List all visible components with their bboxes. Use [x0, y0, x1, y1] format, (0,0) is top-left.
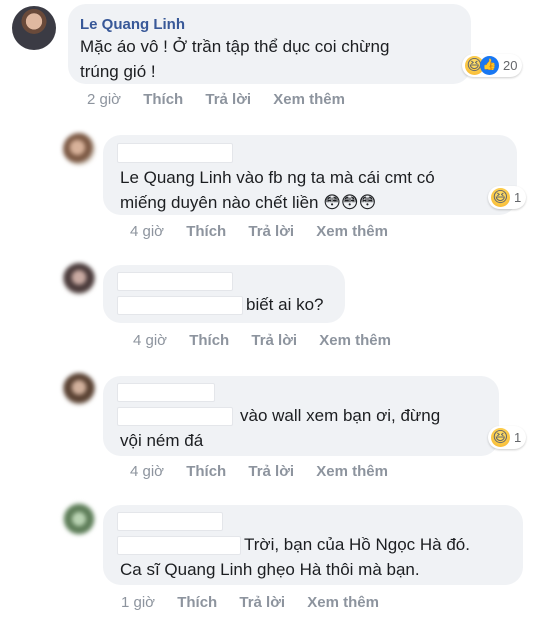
reply-bubble-4: Trời, bạn của Hồ Ngọc Hà đó. Ca sĩ Quang…	[103, 505, 523, 585]
reaction-summary-reply-1[interactable]: 😆 1	[488, 186, 527, 209]
like-reaction-icon: 👍	[480, 56, 499, 75]
reply-time[interactable]: 4 giờ	[133, 332, 167, 349]
see-more-link[interactable]: Xem thêm	[273, 91, 345, 108]
like-link[interactable]: Thích	[143, 91, 183, 108]
avatar-reply-2[interactable]	[63, 263, 95, 295]
avatar-reply-4[interactable]	[63, 503, 95, 535]
reaction-summary-reply-3[interactable]: 😆 1	[488, 426, 527, 449]
reply-time[interactable]: 4 giờ	[130, 463, 164, 480]
like-link[interactable]: Thích	[186, 463, 226, 480]
reply-bubble-3: vào wall xem bạn ơi, đừng vội ném đá	[103, 376, 499, 456]
comment-bubble-main: Le Quang Linh Mặc áo vô ! Ở trần tập thể…	[68, 4, 471, 84]
like-link[interactable]: Thích	[189, 332, 229, 349]
avatar-reply-3[interactable]	[63, 373, 95, 405]
avatar-reply-1[interactable]	[63, 133, 95, 165]
blurred-tag	[117, 536, 241, 555]
comment-actions-main: 2 giờ Thích Trả lời Xem thêm	[87, 91, 345, 108]
blurred-tag	[117, 296, 243, 315]
reply-actions-4: 1 giờ Thích Trả lời Xem thêm	[121, 594, 379, 611]
haha-reaction-icon: 😆	[491, 428, 510, 447]
haha-reaction-icon: 😆	[491, 188, 510, 207]
reply-text-line-1: Trời, bạn của Hồ Ngọc Hà đó.	[244, 535, 470, 554]
comment-time[interactable]: 2 giờ	[87, 91, 121, 108]
reaction-count: 1	[514, 430, 522, 445]
avatar-le-quang-linh[interactable]	[12, 6, 56, 50]
reaction-count: 20	[503, 58, 518, 73]
blurred-author-name	[117, 143, 233, 163]
reply-bubble-1: Le Quang Linh vào fb ng ta mà cái cmt có…	[103, 135, 517, 215]
comment-text: Mặc áo vô ! Ở trần tập thể dục coi chừng…	[80, 37, 390, 81]
blurred-tag	[117, 407, 233, 426]
reply-link[interactable]: Trả lời	[239, 594, 285, 611]
reply-time[interactable]: 1 giờ	[121, 594, 155, 611]
blurred-author-name	[117, 512, 223, 531]
like-link[interactable]: Thích	[177, 594, 217, 611]
reply-actions-3: 4 giờ Thích Trả lời Xem thêm	[130, 463, 388, 480]
see-more-link[interactable]: Xem thêm	[319, 332, 391, 349]
reply-actions-1: 4 giờ Thích Trả lời Xem thêm	[130, 223, 388, 240]
blurred-author-name	[117, 383, 215, 402]
blurred-author-name	[117, 272, 233, 291]
reply-actions-2: 4 giờ Thích Trả lời Xem thêm	[133, 332, 391, 349]
reaction-summary-main[interactable]: 😆 👍 20	[462, 54, 523, 77]
reply-time[interactable]: 4 giờ	[130, 223, 164, 240]
see-more-link[interactable]: Xem thêm	[316, 463, 388, 480]
see-more-link[interactable]: Xem thêm	[307, 594, 379, 611]
reply-bubble-2: biết ai ko?	[103, 265, 345, 323]
like-link[interactable]: Thích	[186, 223, 226, 240]
see-more-link[interactable]: Xem thêm	[316, 223, 388, 240]
reply-text: Le Quang Linh vào fb ng ta mà cái cmt có…	[120, 168, 435, 212]
reaction-count: 1	[514, 190, 522, 205]
reply-link[interactable]: Trả lời	[248, 223, 294, 240]
reply-link[interactable]: Trả lời	[248, 463, 294, 480]
reply-text-line-2: vội ném đá	[120, 431, 204, 450]
reply-link[interactable]: Trả lời	[205, 91, 251, 108]
reply-text-line-2: Ca sĩ Quang Linh ghẹo Hà thôi mà bạn.	[120, 560, 420, 579]
reply-text: biết ai ko?	[246, 295, 324, 314]
reply-link[interactable]: Trả lời	[251, 332, 297, 349]
reply-text-line-1: vào wall xem bạn ơi, đừng	[240, 406, 441, 425]
